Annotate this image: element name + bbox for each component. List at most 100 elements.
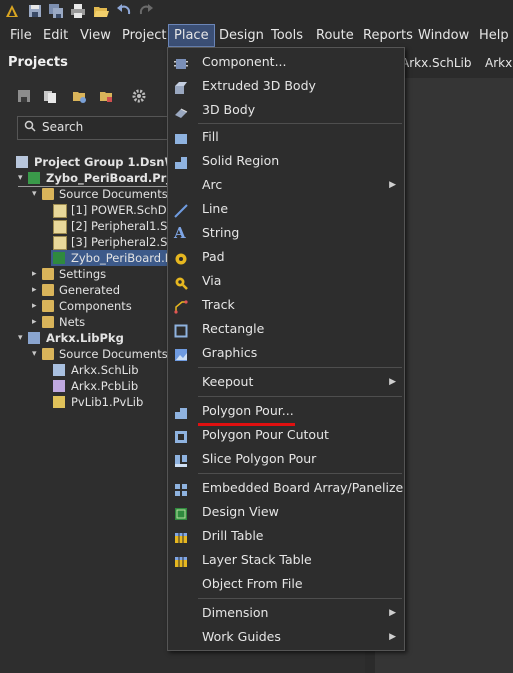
place-design-view[interactable]: Design View [168,500,404,524]
slice-polygon-pour-icon [174,452,188,467]
solid-region-icon [174,154,188,169]
place-component[interactable]: Component... [168,50,404,74]
tree-item-pcb-project[interactable]: ▾ Zybo_PeriBoard.PrjPcb [18,170,194,187]
project-options-icon[interactable] [72,89,88,105]
string-icon: A [174,224,186,242]
print-icon[interactable] [70,3,86,19]
place-dimension[interactable]: Dimension ▶ [168,601,404,625]
undo-icon[interactable] [116,3,132,19]
submenu-arrow-icon: ▶ [389,632,396,642]
place-keepout[interactable]: Keepout ▶ [168,370,404,394]
collapse-arrow-icon[interactable]: ▾ [18,170,28,186]
collapse-arrow-icon[interactable]: ▾ [32,186,42,202]
menu-help[interactable]: Help [474,24,513,47]
pcb-project-icon [28,172,40,184]
menu-tools[interactable]: Tools [266,24,308,47]
schematic-doc-icon [53,236,67,250]
menu-design[interactable]: Design [214,24,269,47]
expand-arrow-icon[interactable]: ▸ [32,282,42,298]
place-pad[interactable]: Pad [168,245,404,269]
line-icon [174,202,188,218]
pvlib-icon [53,396,65,408]
layer-stack-table-icon [174,553,188,567]
schlib-icon [53,364,65,376]
place-object-from-file[interactable]: Object From File [168,572,404,596]
folder-icon [42,348,54,360]
place-drill-table[interactable]: Drill Table [168,524,404,548]
place-string[interactable]: A String [168,221,404,245]
save-all-icon[interactable] [48,3,64,19]
save-project-icon[interactable] [17,89,33,105]
menu-separator [198,367,402,368]
embedded-board-array-icon [174,481,188,496]
tab-arkx-pcblib[interactable]: Arkx. [485,54,513,72]
folder-icon [42,316,54,328]
menu-separator [198,598,402,599]
3d-body-icon [174,103,188,118]
submenu-arrow-icon: ▶ [389,377,396,387]
place-embedded-board-array[interactable]: Embedded Board Array/Panelize [168,476,404,500]
app-logo-icon[interactable] [4,3,20,19]
folder-icon [42,188,54,200]
place-solid-region[interactable]: Solid Region [168,149,404,173]
collapse-arrow-icon[interactable]: ▾ [18,330,28,346]
component-icon [174,55,188,69]
menu-separator [198,396,402,397]
redo-icon[interactable] [138,3,154,19]
tree-item-pcbdoc[interactable]: Zybo_PeriBoard.PcbDoc [51,250,208,266]
search-icon [24,120,36,135]
place-track[interactable]: Track [168,293,404,317]
place-3d-body[interactable]: 3D Body [168,98,404,122]
schematic-doc-icon [53,204,67,218]
menu-reports[interactable]: Reports [358,24,418,47]
extruded-3d-body-icon [174,79,188,94]
via-icon [174,274,188,290]
menu-separator [198,473,402,474]
place-extruded-3d-body[interactable]: Extruded 3D Body [168,74,404,98]
tree-item-project-group[interactable]: Project Group 1.DsnWrk [16,154,190,170]
expand-arrow-icon[interactable]: ▸ [32,298,42,314]
place-line[interactable]: Line [168,197,404,221]
place-polygon-pour[interactable]: Polygon Pour... [168,399,404,423]
annotation-underline [198,423,295,426]
menu-place[interactable]: Place [168,24,215,47]
menu-file[interactable]: File [5,24,37,47]
search-input[interactable]: Search [17,116,179,140]
place-work-guides[interactable]: Work Guides ▶ [168,625,404,649]
folder-icon [42,268,54,280]
place-layer-stack-table[interactable]: Layer Stack Table [168,548,404,572]
menu-route[interactable]: Route [311,24,359,47]
add-folder-icon[interactable] [99,89,115,105]
menu-view[interactable]: View [75,24,116,47]
menu-bar: File Edit View Project Place Design Tool… [0,24,513,47]
menu-project[interactable]: Project [117,24,171,47]
compile-icon[interactable] [43,89,59,105]
place-polygon-pour-cutout[interactable]: Polygon Pour Cutout [168,423,404,447]
menu-separator [198,123,402,124]
pcb-doc-icon [53,252,65,264]
save-icon[interactable] [27,3,43,19]
expand-arrow-icon[interactable]: ▸ [32,266,42,282]
place-via[interactable]: Via [168,269,404,293]
panel-title: Projects [8,55,68,70]
place-arc[interactable]: Arc ▶ [168,173,404,197]
pad-icon [174,250,188,265]
menu-window[interactable]: Window [413,24,474,47]
search-placeholder: Search [42,120,84,134]
place-fill[interactable]: Fill [168,125,404,149]
collapse-arrow-icon[interactable]: ▾ [32,346,42,362]
drill-table-icon [174,529,188,543]
track-icon [174,298,188,314]
fill-icon [174,130,188,144]
expand-arrow-icon[interactable]: ▸ [32,314,42,330]
menu-edit[interactable]: Edit [38,24,73,47]
project-group-icon [16,156,28,168]
open-folder-icon[interactable] [93,3,109,19]
quick-access-toolbar [0,0,513,24]
settings-gear-icon[interactable] [132,89,148,105]
place-graphics[interactable]: Graphics [168,341,404,365]
submenu-arrow-icon: ▶ [389,180,396,190]
place-rectangle[interactable]: Rectangle [168,317,404,341]
tab-arkx-schlib[interactable]: Arkx.SchLib [401,54,471,72]
place-slice-polygon-pour[interactable]: Slice Polygon Pour [168,447,404,471]
